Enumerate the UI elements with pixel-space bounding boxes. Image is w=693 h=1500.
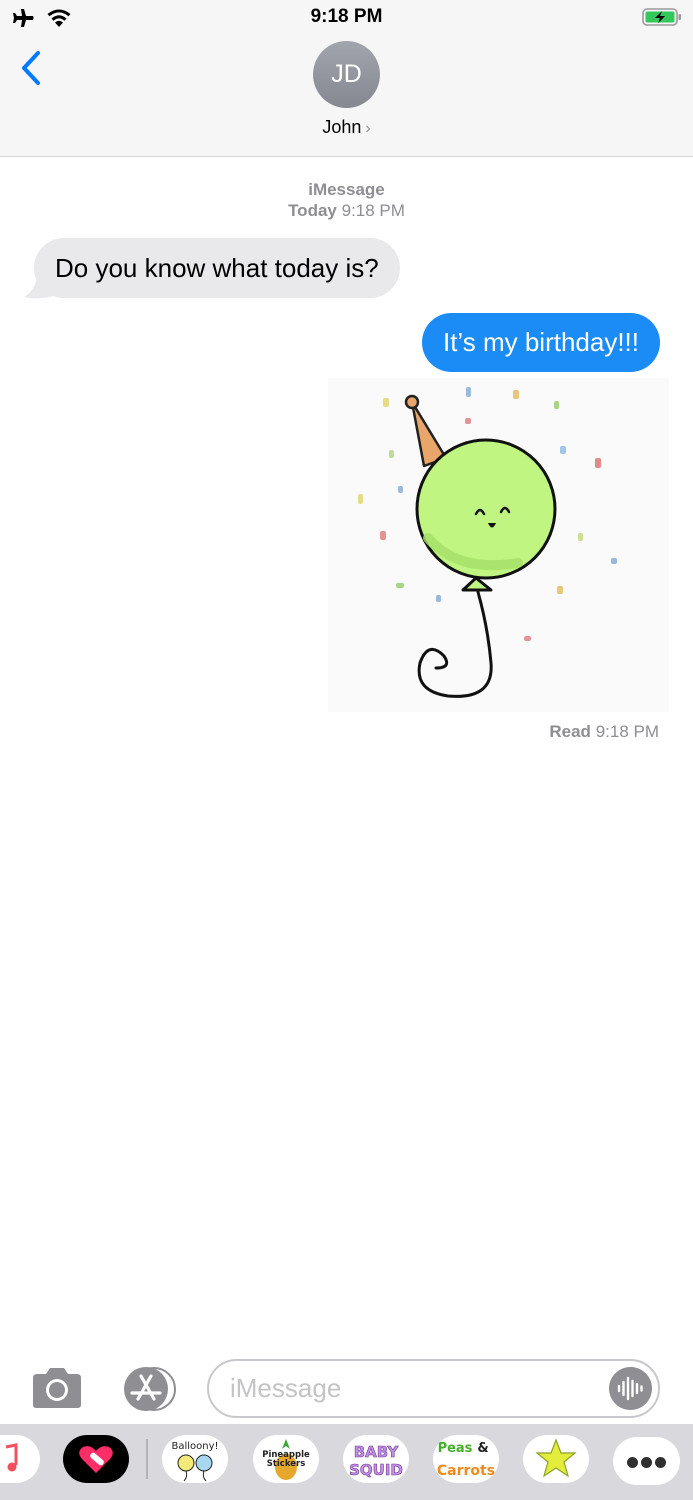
timestamp-day: Today (288, 201, 337, 220)
contact-avatar[interactable]: JD (313, 41, 380, 108)
peas-and-carrots-icon: Peas & Carrots (437, 1441, 495, 1479)
app-pineapple-stickers[interactable]: Pineapple Stickers (253, 1435, 319, 1483)
contact-name: John (322, 117, 362, 137)
more-dot (655, 1457, 666, 1468)
audio-message-icon[interactable] (609, 1367, 652, 1410)
app-music[interactable] (0, 1435, 40, 1483)
timestamp-time: 9:18 PM (341, 201, 405, 220)
drawer-divider (146, 1439, 148, 1479)
star-icon (535, 1438, 577, 1478)
message-input[interactable]: iMessage (207, 1359, 660, 1418)
svg-text:&: & (477, 1441, 488, 1456)
app-digital-touch[interactable] (63, 1435, 129, 1483)
pineapple-icon: Pineapple Stickers (262, 1439, 310, 1480)
chevron-right-icon: › (365, 120, 371, 137)
service-label: iMessage (308, 180, 385, 199)
baby-squid-icon: BABY SQUID (349, 1443, 403, 1480)
svg-text:Carrots: Carrots (437, 1463, 495, 1479)
more-dot (627, 1457, 638, 1468)
app-peas-and-carrots[interactable]: Peas & Carrots (433, 1435, 499, 1483)
outgoing-message-bubble[interactable]: It’s my birthday!!! (421, 313, 660, 372)
heart-icon (79, 1446, 113, 1473)
read-time: 9:18 PM (595, 722, 659, 741)
svg-text:BABY: BABY (354, 1443, 400, 1461)
back-chevron-icon[interactable] (18, 50, 46, 86)
battery-charging-icon (642, 8, 681, 26)
svg-text:Peas: Peas (438, 1441, 473, 1456)
more-apps-button[interactable] (613, 1437, 680, 1485)
incoming-message-bubble[interactable]: Do you know what today is? (34, 238, 400, 298)
music-note-icon (5, 1443, 18, 1472)
svg-text:Balloony!: Balloony! (171, 1441, 218, 1452)
app-baby-squid[interactable]: BABY SQUID (343, 1435, 409, 1483)
more-dot (641, 1457, 652, 1468)
app-balloony[interactable]: Balloony! (162, 1435, 228, 1483)
app-star-stickers[interactable] (523, 1435, 589, 1483)
thread-timestamp: Today 9:18 PM (0, 201, 693, 221)
app-store-icon[interactable] (118, 1366, 180, 1412)
svg-text:SQUID: SQUID (349, 1461, 403, 1479)
balloony-icon: Balloony! (171, 1441, 219, 1482)
message-input-placeholder: iMessage (230, 1373, 342, 1403)
read-label: Read (549, 722, 591, 741)
conversation-header: 9:18 PM JD John › (0, 0, 693, 157)
svg-text:Stickers: Stickers (267, 1459, 306, 1469)
camera-icon[interactable] (30, 1366, 84, 1410)
contact-name-button[interactable]: John › (0, 117, 693, 138)
status-time: 9:18 PM (310, 6, 383, 27)
app-drawer: Balloony! Pineapple Stickers BABY SQUID … (0, 1424, 693, 1500)
read-receipt: Read 9:18 PM (549, 722, 659, 742)
party-balloon-sticker[interactable] (328, 378, 669, 712)
